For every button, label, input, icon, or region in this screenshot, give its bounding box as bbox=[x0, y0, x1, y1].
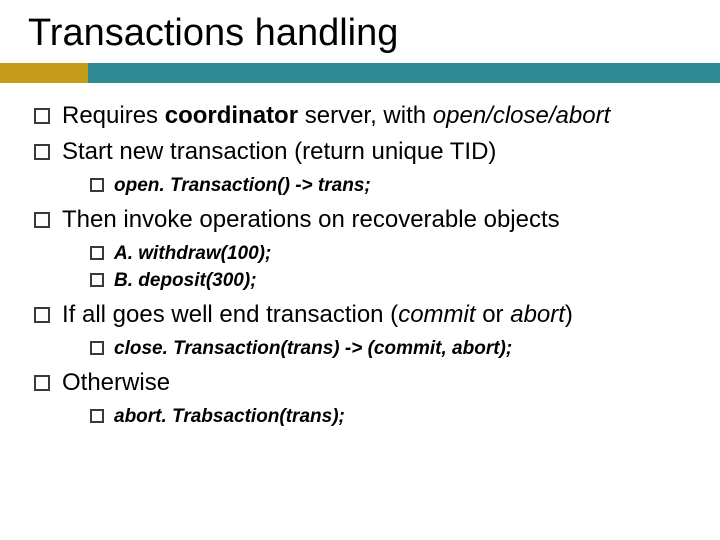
slide: Transactions handling Requires coordinat… bbox=[0, 0, 720, 540]
text-bolditalic: -> (commit, abort); bbox=[340, 338, 513, 359]
sub-list: open. Transaction() -> trans; bbox=[62, 173, 692, 199]
accent-gold bbox=[0, 63, 88, 83]
bullet-item: Requires coordinator server, with open/c… bbox=[34, 101, 692, 131]
bullet-item: If all goes well end transaction (commit… bbox=[34, 300, 692, 362]
bullet-item: Then invoke operations on recoverable ob… bbox=[34, 205, 692, 294]
text: or bbox=[476, 301, 511, 328]
sub-item: A. withdraw(100); bbox=[62, 241, 692, 267]
text-italic: abort bbox=[510, 301, 565, 328]
text-bolditalic: open. Transaction() bbox=[114, 175, 290, 196]
accent-bar bbox=[0, 63, 720, 83]
bullet-item: Otherwise abort. Trabsaction(trans); bbox=[34, 368, 692, 430]
text: If all goes well end transaction ( bbox=[62, 301, 398, 328]
sub-item: close. Transaction(trans) -> (commit, ab… bbox=[62, 336, 692, 362]
sub-list: abort. Trabsaction(trans); bbox=[62, 404, 692, 430]
text: ) bbox=[565, 301, 573, 328]
text-bold: coordinator bbox=[165, 102, 298, 129]
sub-item: B. deposit(300); bbox=[62, 268, 692, 294]
text-bolditalic: abort. Trabsaction(trans); bbox=[114, 406, 345, 427]
text: Otherwise bbox=[62, 369, 170, 396]
text: Requires bbox=[62, 102, 165, 129]
text-italic: open/close/abort bbox=[433, 102, 610, 129]
slide-content: Requires coordinator server, with open/c… bbox=[28, 101, 692, 429]
sub-item: abort. Trabsaction(trans); bbox=[62, 404, 692, 430]
text-bolditalic: close. Transaction(trans) bbox=[114, 338, 340, 359]
sub-item: open. Transaction() -> trans; bbox=[62, 173, 692, 199]
text: Start new transaction (return unique TID… bbox=[62, 138, 496, 165]
slide-title: Transactions handling bbox=[28, 12, 692, 55]
text: server, with bbox=[298, 102, 433, 129]
accent-teal bbox=[88, 63, 720, 83]
sub-list: close. Transaction(trans) -> (commit, ab… bbox=[62, 336, 692, 362]
text-bolditalic: -> trans; bbox=[290, 175, 371, 196]
bullet-item: Start new transaction (return unique TID… bbox=[34, 137, 692, 199]
text: Then invoke operations on recoverable ob… bbox=[62, 206, 560, 233]
text-bolditalic: B. deposit(300); bbox=[114, 270, 257, 291]
text-bolditalic: A. withdraw(100); bbox=[114, 243, 271, 264]
sub-list: A. withdraw(100); B. deposit(300); bbox=[62, 241, 692, 294]
text-italic: commit bbox=[398, 301, 475, 328]
bullet-list: Requires coordinator server, with open/c… bbox=[34, 101, 692, 429]
